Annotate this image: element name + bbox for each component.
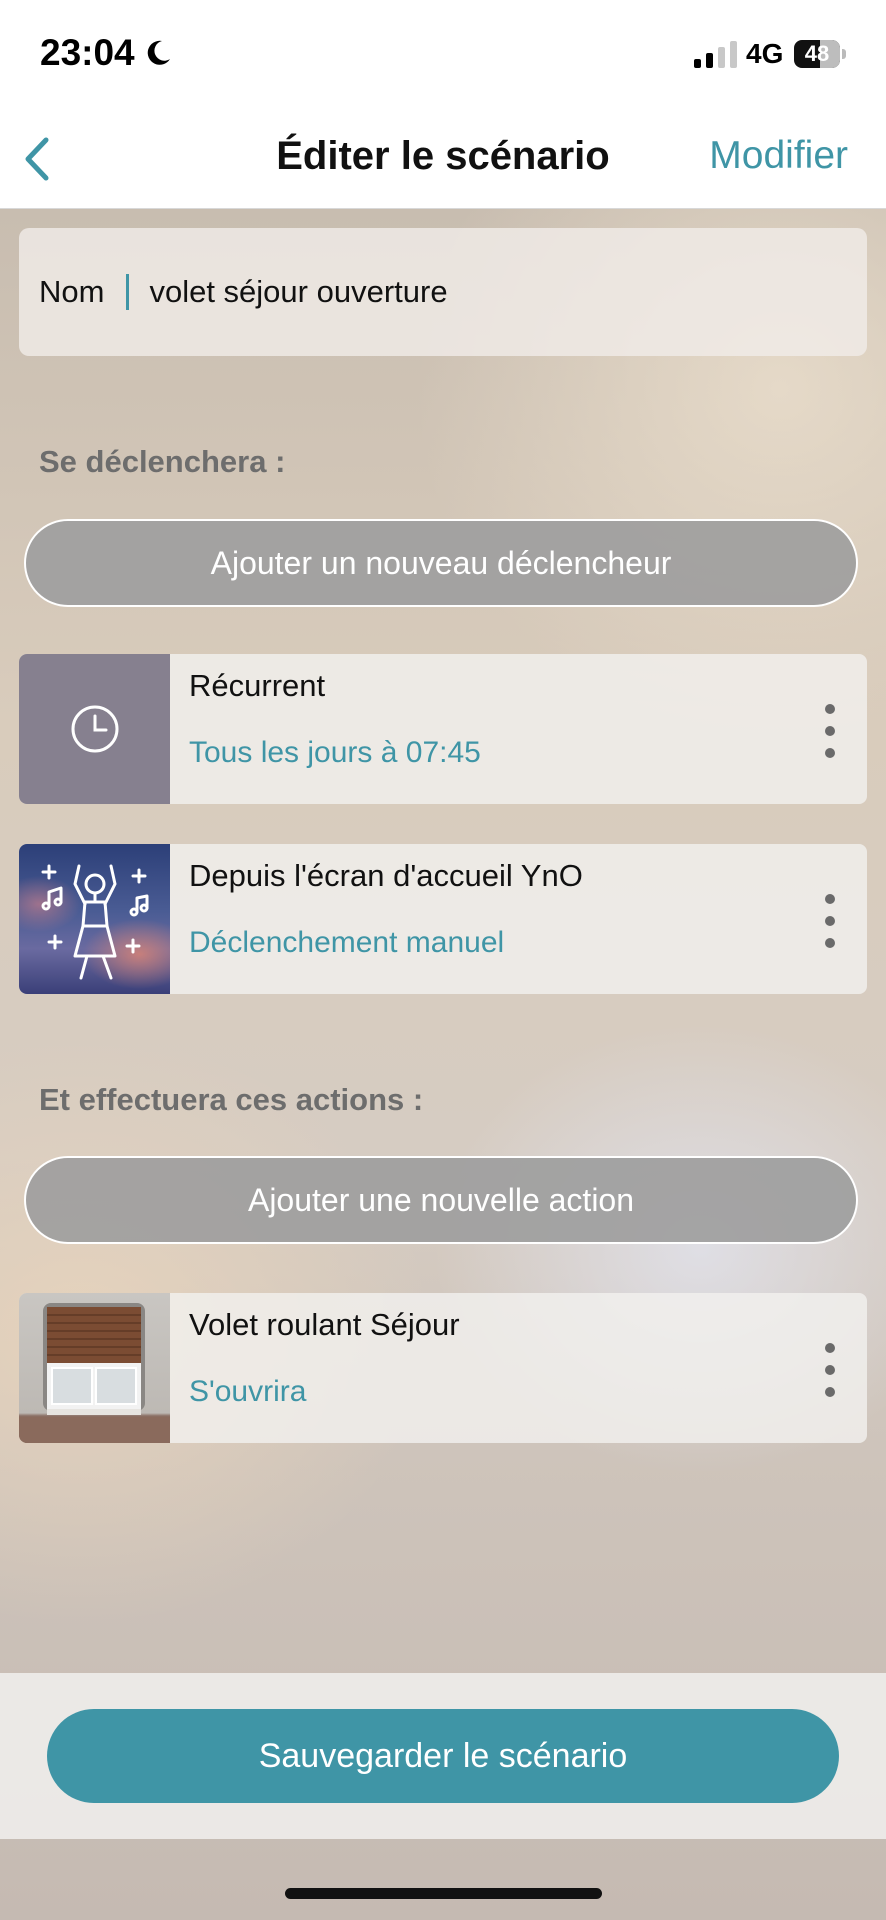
home-indicator[interactable] bbox=[285, 1888, 602, 1899]
name-label: Nom bbox=[39, 274, 105, 309]
bottom-action-bar: Sauvegarder le scénario bbox=[0, 1673, 886, 1839]
network-type: 4G bbox=[746, 38, 784, 69]
action-card-shutter[interactable]: Volet roulant Séjour S'ouvrira bbox=[19, 1293, 867, 1443]
trigger-subtitle: Tous les jours à 07:45 bbox=[189, 736, 481, 769]
trigger-title: Depuis l'écran d'accueil YnO bbox=[189, 858, 583, 893]
scenario-name-value[interactable]: volet séjour ouverture bbox=[149, 274, 447, 310]
trigger-card-home-screen[interactable]: Depuis l'écran d'accueil YnO Déclencheme… bbox=[19, 844, 867, 994]
text-cursor bbox=[126, 274, 130, 310]
save-scenario-button[interactable]: Sauvegarder le scénario bbox=[47, 1709, 839, 1803]
dancing-person-icon bbox=[19, 844, 170, 994]
trigger-subtitle: Déclenchement manuel bbox=[189, 926, 505, 959]
cellular-signal-icon bbox=[694, 40, 737, 68]
status-time: 23:04 bbox=[40, 32, 173, 74]
battery-icon: 48 bbox=[794, 40, 846, 68]
actions-section-label: Et effectuera ces actions : bbox=[39, 1082, 424, 1117]
status-bar: 23:04 4G 48 bbox=[0, 0, 886, 110]
add-trigger-button[interactable]: Ajouter un nouveau déclencheur bbox=[24, 519, 858, 607]
window-shutter-photo bbox=[19, 1293, 170, 1443]
action-subtitle: S'ouvrira bbox=[189, 1375, 307, 1408]
more-options-icon[interactable] bbox=[815, 1343, 845, 1397]
trigger-title: Récurrent bbox=[189, 668, 326, 703]
scenario-name-field[interactable]: Nom volet séjour ouverture bbox=[19, 228, 867, 356]
triggers-section-label: Se déclenchera : bbox=[39, 444, 286, 479]
modify-button[interactable]: Modifier bbox=[709, 134, 848, 178]
trigger-card-recurring[interactable]: Récurrent Tous les jours à 07:45 bbox=[19, 654, 867, 804]
battery-level: 48 bbox=[804, 41, 830, 66]
clock-icon bbox=[19, 654, 170, 804]
add-action-button[interactable]: Ajouter une nouvelle action bbox=[24, 1156, 858, 1244]
more-options-icon[interactable] bbox=[815, 704, 845, 758]
scenario-editor: Nom volet séjour ouverture Se déclencher… bbox=[0, 209, 886, 1920]
action-title: Volet roulant Séjour bbox=[189, 1307, 460, 1342]
status-time-text: 23:04 bbox=[40, 32, 135, 73]
moon-icon bbox=[147, 40, 170, 65]
navigation-bar: Éditer le scénario Modifier bbox=[0, 110, 886, 209]
more-options-icon[interactable] bbox=[815, 894, 845, 948]
